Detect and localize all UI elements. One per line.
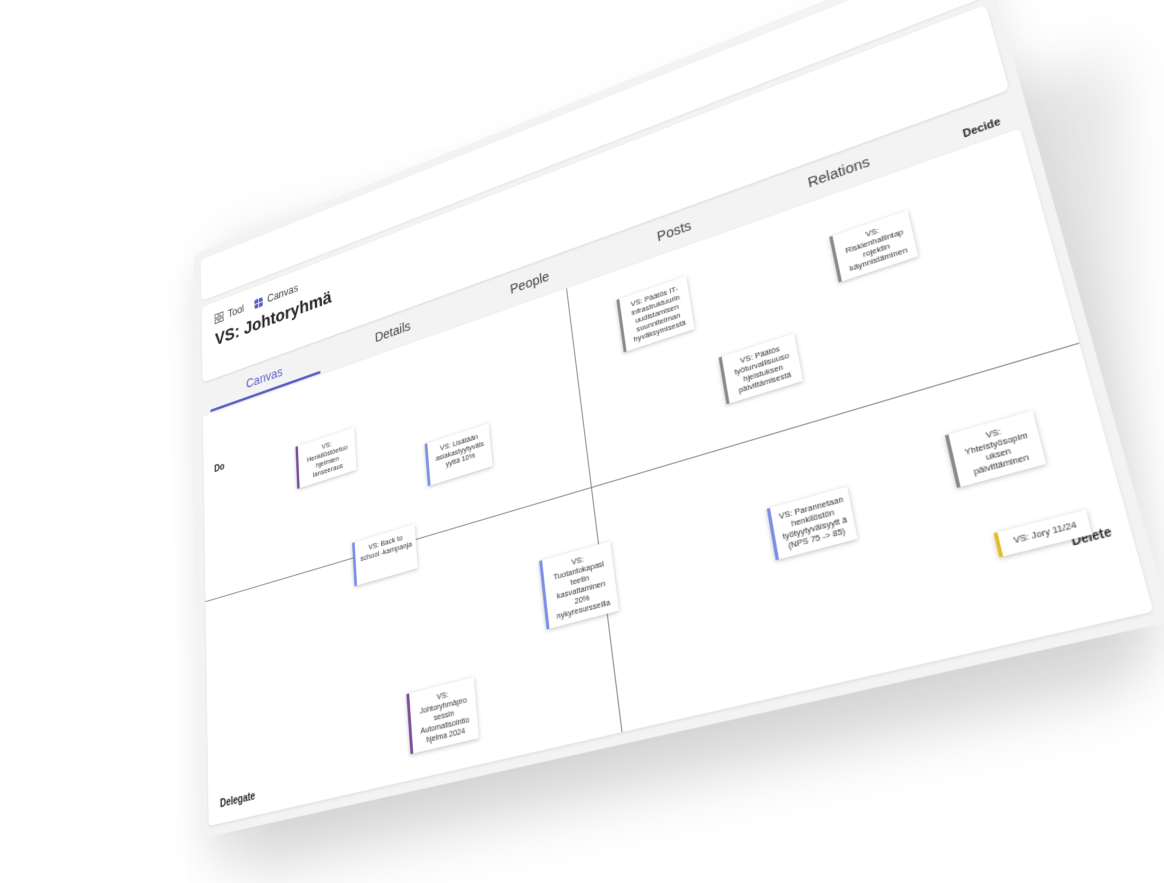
note-card[interactable]: VS: Back to school -kampanja xyxy=(352,524,418,587)
breadcrumb-tool-label: Tool xyxy=(227,302,245,321)
vertical-divider xyxy=(566,288,623,733)
quadrant-label-do: Do xyxy=(214,461,225,475)
note-card[interactable]: VS: Päätös IT-infrastruktuurin uudistami… xyxy=(616,276,695,353)
note-card[interactable]: VS: Päätös työturvallisuuso hjeistuksen … xyxy=(718,333,804,405)
note-card[interactable]: VS: Riskienhallintap rojektin käynnistäm… xyxy=(829,210,919,283)
stage: Tool Canvas VS: Johtoryhmä Canvas Detail… xyxy=(0,0,1164,883)
grid-icon xyxy=(215,311,224,324)
canvas-icon xyxy=(254,296,263,309)
note-card[interactable]: VS: Johtoryhmäpro sessin Automatisointio… xyxy=(406,677,479,755)
note-card[interactable]: VS: Yhteistyösopim uksen päivittäminen xyxy=(944,410,1047,488)
quadrant-label-delegate: Delegate xyxy=(219,790,256,811)
note-card[interactable]: VS: Lisätään asiakastyytyväis yyttä 10% xyxy=(424,423,493,487)
note-card[interactable]: VS: Parannetaan henkilöstön työtyytyväis… xyxy=(766,486,858,561)
note-card[interactable]: VS: Henkilöstöetuo hjelmien lanseeraus xyxy=(295,427,357,489)
note-card[interactable]: VS: Jory 11/24 xyxy=(993,509,1093,558)
